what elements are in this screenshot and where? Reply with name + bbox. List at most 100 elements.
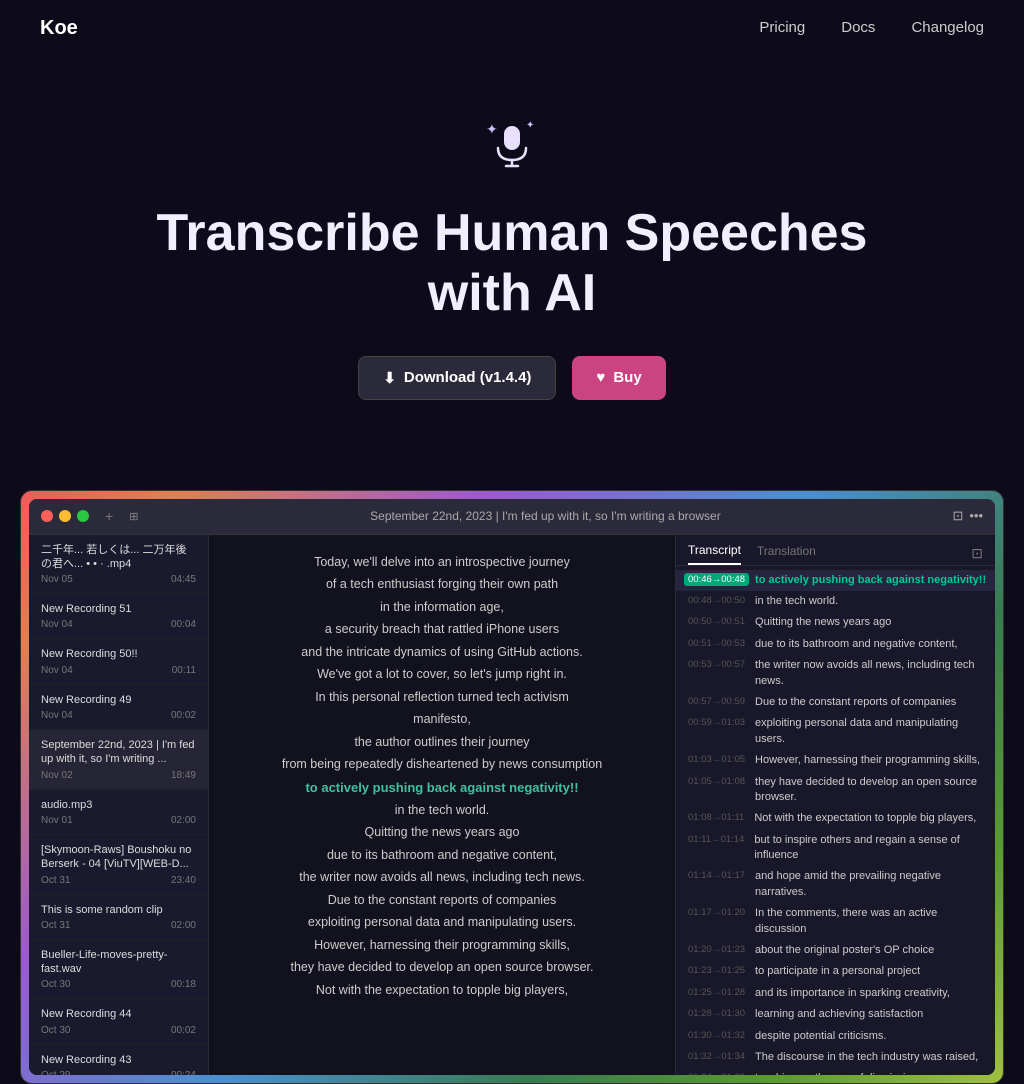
transcript-row[interactable]: 01:25→01:28 and its importance in sparki… [676, 983, 995, 1004]
tab-transcript[interactable]: Transcript [688, 543, 741, 565]
transcript-rows: 00:46→00:48 to actively pushing back aga… [676, 566, 995, 1075]
transcript-row[interactable]: 01:05→01:08 they have decided to develop… [676, 772, 995, 809]
sidebar-item-title: New Recording 49 [41, 693, 196, 707]
transcript-line: In this personal reflection turned tech … [229, 686, 655, 709]
add-icon[interactable]: + [105, 508, 113, 524]
row-text: but to inspire others and regain a sense… [754, 833, 987, 864]
sidebar-item-meta: Oct 31 02:00 [41, 920, 196, 931]
sidebar-item[interactable]: New Recording 50!! Nov 04 00:11 [29, 639, 208, 684]
sidebar-item-duration: 02:00 [171, 920, 196, 931]
transcript-row[interactable]: 01:28→01:30 learning and achieving satis… [676, 1004, 995, 1025]
transcript-row[interactable]: 01:34→01:38 touching on themes of dismis… [676, 1068, 995, 1074]
row-text: and its importance in sparking creativit… [755, 986, 950, 1001]
sidebar-item[interactable]: [Skymoon-Raws] Boushoku no Berserk - 04 … [29, 835, 208, 895]
titlebar-title: September 22nd, 2023 | I'm fed up with i… [146, 509, 944, 523]
time-badge: 00:59→01:03 [684, 716, 749, 729]
sidebar-item-date: Nov 04 [41, 665, 73, 676]
sidebar-item-meta: Nov 05 04:45 [41, 574, 196, 585]
time-badge: 00:53→00:57 [684, 658, 749, 671]
time-badge: 01:05→01:08 [684, 775, 749, 788]
transcript-line: a security breach that rattled iPhone us… [229, 618, 655, 641]
transcript-row[interactable]: 01:08→01:11 Not with the expectation to … [676, 808, 995, 829]
transcript-row[interactable]: 01:11→01:14 but to inspire others and re… [676, 830, 995, 867]
sidebar-item-duration: 02:00 [171, 815, 196, 826]
transcript-row[interactable]: 01:17→01:20 In the comments, there was a… [676, 903, 995, 940]
row-text: due to its bathroom and negative content… [755, 637, 957, 652]
transcript-line: of a tech enthusiast forging their own p… [229, 573, 655, 596]
time-badge: 00:48→00:50 [684, 594, 749, 607]
sidebar-item-title: September 22nd, 2023 | I'm fed up with i… [41, 738, 196, 767]
sidebar-icon[interactable]: ⊞ [129, 510, 138, 523]
transcript-line: the writer now avoids all news, includin… [229, 866, 655, 889]
sidebar-item-date: Nov 04 [41, 710, 73, 721]
nav-pricing[interactable]: Pricing [759, 19, 805, 36]
transcript-row[interactable]: 00:50→00:51 Quitting the news years ago [676, 612, 995, 633]
row-text: Not with the expectation to topple big p… [754, 811, 976, 826]
transcript-row[interactable]: 00:46→00:48 to actively pushing back aga… [676, 570, 995, 591]
row-text: learning and achieving satisfaction [755, 1007, 923, 1022]
sidebar-item-title: New Recording 44 [41, 1007, 196, 1021]
sidebar-item[interactable]: September 22nd, 2023 | I'm fed up with i… [29, 730, 208, 790]
time-badge: 01:23→01:25 [684, 964, 749, 977]
sidebar-item-title: This is some random clip [41, 903, 196, 917]
copy-icon[interactable]: ⊡ [971, 545, 983, 562]
buy-button[interactable]: ♥ Buy [572, 356, 665, 400]
nav-changelog[interactable]: Changelog [911, 19, 984, 36]
sidebar-item-date: Nov 02 [41, 770, 73, 781]
time-badge: 01:11→01:14 [684, 833, 748, 846]
transcript-row[interactable]: 01:14→01:17 and hope amid the prevailing… [676, 866, 995, 903]
sidebar-item[interactable]: New Recording 43 Oct 29 00:24 [29, 1045, 208, 1075]
transcript-line: in the tech world. [229, 799, 655, 822]
transcript-line: the author outlines their journey [229, 731, 655, 754]
sidebar-item-meta: Nov 04 00:02 [41, 710, 196, 721]
sidebar-item[interactable]: audio.mp3 Nov 01 02:00 [29, 790, 208, 835]
sidebar-item[interactable]: New Recording 51 Nov 04 00:04 [29, 594, 208, 639]
transcript-content: Today, we'll delve into an introspective… [209, 535, 675, 1075]
sidebar-item-duration: 00:04 [171, 619, 196, 630]
nav-docs[interactable]: Docs [841, 19, 875, 36]
sidebar-item[interactable]: Bueller-Life-moves-pretty-fast.wav Oct 3… [29, 940, 208, 1000]
app-body: 二千年... 若しくは... 二万年後の君へ... • • · .mp4 Nov… [29, 535, 995, 1075]
sidebar-item[interactable]: This is some random clip Oct 31 02:00 [29, 895, 208, 940]
tab-translation[interactable]: Translation [757, 544, 816, 564]
transcript-row[interactable]: 01:30→01:32 despite potential criticisms… [676, 1026, 995, 1047]
minimize-button[interactable] [59, 510, 71, 522]
more-icon[interactable]: ••• [969, 508, 983, 524]
sidebar-item[interactable]: New Recording 44 Oct 30 00:02 [29, 999, 208, 1044]
transcript-row[interactable]: 01:03→01:05 However, harnessing their pr… [676, 750, 995, 771]
sidebar-item[interactable]: New Recording 49 Nov 04 00:02 [29, 685, 208, 730]
panel-tabs: Transcript Translation ⊡ [676, 535, 995, 566]
sidebar-item-duration: 00:02 [171, 710, 196, 721]
time-badge: 01:17→01:20 [684, 906, 749, 919]
transcript-row[interactable]: 01:32→01:34 The discourse in the tech in… [676, 1047, 995, 1068]
row-text: Due to the constant reports of companies [755, 695, 956, 710]
row-text: to participate in a personal project [755, 964, 920, 979]
transcript-row[interactable]: 00:59→01:03 exploiting personal data and… [676, 713, 995, 750]
download-icon: ⬇ [383, 369, 396, 387]
transcript-row[interactable]: 00:57→00:59 Due to the constant reports … [676, 692, 995, 713]
transcript-row[interactable]: 00:51→00:53 due to its bathroom and nega… [676, 634, 995, 655]
transcript-row[interactable]: 01:23→01:25 to participate in a personal… [676, 961, 995, 982]
row-text: However, harnessing their programming sk… [755, 753, 980, 768]
time-badge: 01:25→01:28 [684, 986, 749, 999]
download-button[interactable]: ⬇ Download (v1.4.4) [358, 356, 556, 400]
close-button[interactable] [41, 510, 53, 522]
sidebar-item[interactable]: 二千年... 若しくは... 二万年後の君へ... • • · .mp4 Nov… [29, 535, 208, 595]
sidebar-item-date: Oct 30 [41, 979, 70, 990]
transcript-row[interactable]: 00:48→00:50 in the tech world. [676, 591, 995, 612]
sidebar-item-duration: 00:02 [171, 1025, 196, 1036]
transcript-row[interactable]: 00:53→00:57 the writer now avoids all ne… [676, 655, 995, 692]
heart-icon: ♥ [596, 369, 605, 386]
sidebar-item-date: Nov 04 [41, 619, 73, 630]
nav-logo[interactable]: Koe [40, 17, 78, 40]
row-text: In the comments, there was an active dis… [755, 906, 987, 937]
transcript-line: Due to the constant reports of companies [229, 889, 655, 912]
sidebar-item-date: Oct 30 [41, 1025, 70, 1036]
maximize-button[interactable] [77, 510, 89, 522]
sidebar-item-meta: Nov 04 00:11 [41, 665, 196, 676]
sidebar-item-date: Nov 05 [41, 574, 73, 585]
main-transcript: Today, we'll delve into an introspective… [209, 535, 675, 1075]
expand-icon[interactable]: ⊡ [952, 508, 963, 524]
transcript-row[interactable]: 01:20→01:23 about the original poster's … [676, 940, 995, 961]
row-text: Quitting the news years ago [755, 615, 891, 630]
